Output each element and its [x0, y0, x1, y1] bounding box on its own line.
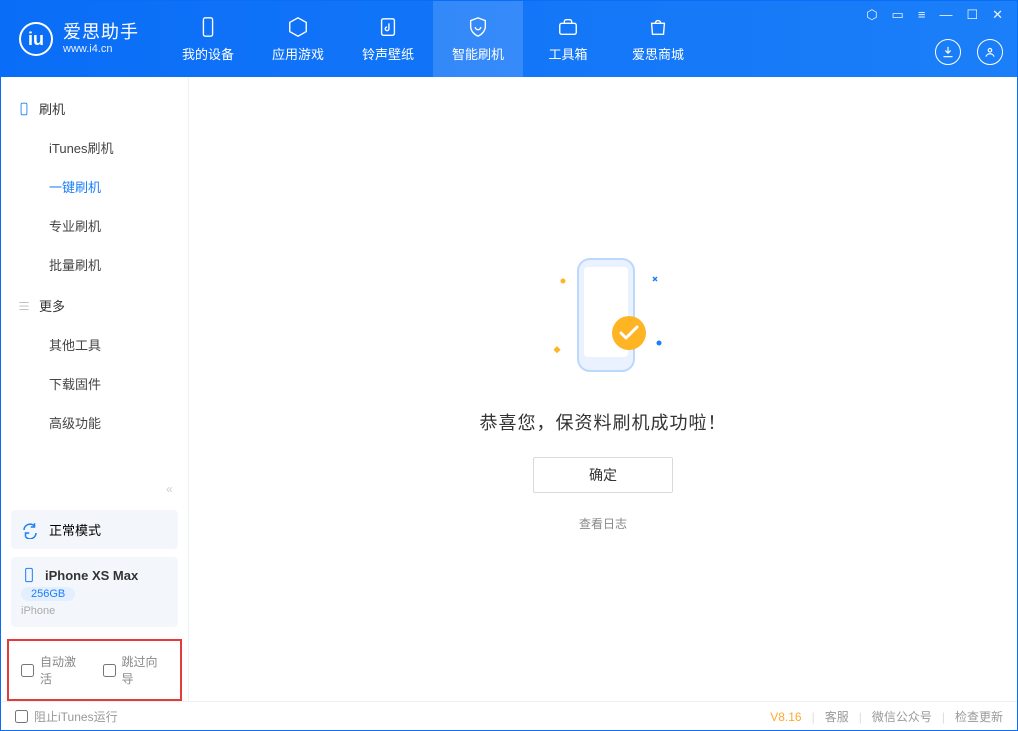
- window-controls: ⬡ ▭ ≡ — ☐ ✕: [866, 7, 1003, 23]
- sidebar: 刷机 iTunes刷机 一键刷机 专业刷机 批量刷机 更多 其他工具 下载固件 …: [1, 77, 189, 701]
- app-name: 爱思助手: [63, 22, 139, 43]
- version-label: V8.16: [770, 710, 801, 724]
- device-type: iPhone: [21, 605, 168, 617]
- toolbox-icon: [557, 16, 579, 38]
- device-mode-label: 正常模式: [49, 520, 101, 539]
- checkbox-input[interactable]: [103, 664, 116, 677]
- ok-button[interactable]: 确定: [533, 457, 673, 493]
- sidebar-item-oneclick-flash[interactable]: 一键刷机: [1, 167, 188, 206]
- sidebar-item-other-tools[interactable]: 其他工具: [1, 325, 188, 364]
- tab-ringtone-wallpaper[interactable]: 铃声壁纸: [343, 1, 433, 77]
- tab-smart-flash[interactable]: 智能刷机: [433, 1, 523, 77]
- refresh-icon: [21, 521, 39, 539]
- checkbox-label: 阻止iTunes运行: [34, 708, 118, 725]
- phone-icon: [21, 567, 37, 583]
- sidebar-item-advanced[interactable]: 高级功能: [1, 403, 188, 442]
- view-log-link[interactable]: 查看日志: [579, 515, 627, 532]
- device-card[interactable]: iPhone XS Max 256GB iPhone: [11, 557, 178, 627]
- device-mode-card[interactable]: 正常模式: [11, 510, 178, 549]
- sidebar-item-pro-flash[interactable]: 专业刷机: [1, 206, 188, 245]
- sidebar-item-itunes-flash[interactable]: iTunes刷机: [1, 128, 188, 167]
- sidebar-item-batch-flash[interactable]: 批量刷机: [1, 245, 188, 284]
- tab-label: 应用游戏: [272, 44, 324, 63]
- maximize-button[interactable]: ☐: [966, 7, 978, 23]
- skip-guide-checkbox[interactable]: 跳过向导: [103, 653, 169, 687]
- bag-icon: [647, 16, 669, 38]
- block-itunes-checkbox[interactable]: 阻止iTunes运行: [15, 708, 118, 725]
- auto-activate-checkbox[interactable]: 自动激活: [21, 653, 87, 687]
- success-illustration: [533, 247, 673, 387]
- checkbox-label: 自动激活: [40, 653, 87, 687]
- main-tabs: 我的设备 应用游戏 铃声壁纸 智能刷机 工具箱 爱思商城: [163, 1, 703, 77]
- tab-toolbox[interactable]: 工具箱: [523, 1, 613, 77]
- check-update-link[interactable]: 检查更新: [955, 708, 1003, 725]
- checkbox-input[interactable]: [15, 710, 28, 723]
- status-bar: 阻止iTunes运行 V8.16 | 客服 | 微信公众号 | 检查更新: [1, 701, 1017, 731]
- user-account-button[interactable]: [977, 39, 1003, 65]
- shield-refresh-icon: [467, 16, 489, 38]
- menu-icon[interactable]: ≡: [918, 7, 926, 23]
- feedback-icon[interactable]: ⬡: [866, 7, 877, 23]
- wechat-link[interactable]: 微信公众号: [872, 708, 932, 725]
- checkbox-input[interactable]: [21, 664, 34, 677]
- success-message: 恭喜您，保资料刷机成功啦！: [480, 409, 727, 435]
- music-file-icon: [377, 16, 399, 38]
- cube-icon: [287, 16, 309, 38]
- user-icon: [983, 45, 997, 59]
- download-icon: [941, 45, 955, 59]
- device-name: iPhone XS Max: [45, 568, 138, 583]
- logo-icon: iu: [19, 22, 53, 56]
- tab-store[interactable]: 爱思商城: [613, 1, 703, 77]
- tab-label: 工具箱: [548, 44, 587, 63]
- sidebar-collapse-button[interactable]: «: [166, 482, 180, 496]
- skin-icon[interactable]: ▭: [892, 7, 904, 23]
- device-icon: [197, 16, 219, 38]
- phone-icon: [17, 102, 31, 116]
- tab-my-device[interactable]: 我的设备: [163, 1, 253, 77]
- tab-label: 智能刷机: [452, 44, 504, 63]
- close-button[interactable]: ✕: [992, 7, 1003, 23]
- minimize-button[interactable]: —: [939, 7, 952, 23]
- main-content: 恭喜您，保资料刷机成功啦！ 确定 查看日志: [189, 77, 1017, 701]
- checkbox-label: 跳过向导: [122, 653, 169, 687]
- sidebar-group-more: 更多: [1, 284, 188, 325]
- group-label: 更多: [39, 296, 65, 315]
- sidebar-group-flash: 刷机: [1, 87, 188, 128]
- highlighted-options: 自动激活 跳过向导: [7, 639, 182, 701]
- sidebar-item-download-firmware[interactable]: 下载固件: [1, 364, 188, 403]
- device-capacity-badge: 256GB: [21, 587, 75, 601]
- app-url: www.i4.cn: [63, 43, 139, 56]
- tab-apps-games[interactable]: 应用游戏: [253, 1, 343, 77]
- tab-label: 铃声壁纸: [362, 44, 414, 63]
- list-icon: [17, 299, 31, 313]
- tab-label: 爱思商城: [632, 44, 684, 63]
- app-logo: iu 爱思助手 www.i4.cn: [1, 22, 163, 56]
- tab-label: 我的设备: [182, 44, 234, 63]
- group-label: 刷机: [39, 99, 65, 118]
- app-header: iu 爱思助手 www.i4.cn 我的设备 应用游戏 铃声壁纸 智能刷机 工具…: [1, 1, 1017, 77]
- download-manager-button[interactable]: [935, 39, 961, 65]
- support-link[interactable]: 客服: [825, 708, 849, 725]
